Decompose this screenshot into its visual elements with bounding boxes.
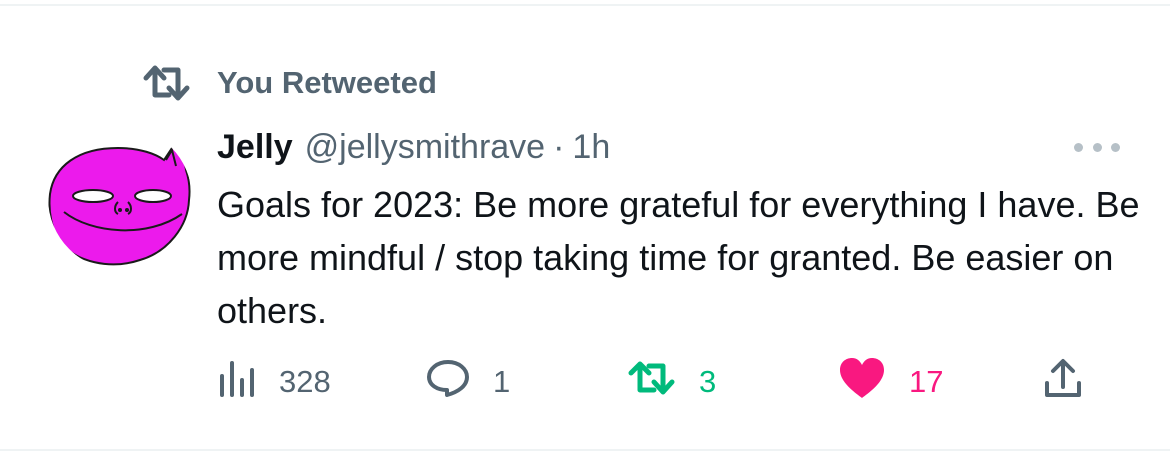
share-upload-icon [1043, 357, 1083, 407]
ellipsis-icon [1074, 142, 1083, 152]
top-divider [0, 4, 1170, 6]
tweet-timestamp[interactable]: 1h [572, 128, 610, 167]
views-button[interactable]: 328 [217, 358, 331, 406]
avatar[interactable] [48, 126, 192, 270]
analytics-bars-icon [217, 358, 257, 406]
views-count: 328 [279, 364, 331, 399]
separator-dot: · [553, 127, 565, 166]
like-count: 17 [909, 364, 944, 399]
social-context-label: You Retweeted [217, 65, 437, 100]
reply-count: 1 [493, 364, 511, 399]
reply-button[interactable]: 1 [425, 358, 510, 406]
social-context[interactable]: You Retweeted [140, 60, 437, 106]
retweet-icon [140, 61, 192, 105]
tweet-text: Goals for 2023: Be more grateful for eve… [217, 184, 1140, 331]
speech-bubble-icon [425, 358, 471, 406]
retweet-icon [625, 358, 677, 406]
action-bar: 328 1 3 17 [217, 358, 1097, 406]
bottom-divider [0, 449, 1170, 451]
heart-icon [837, 356, 887, 408]
tweet-header: Jelly @jellysmithrave · 1h [217, 125, 610, 169]
retweet-button[interactable]: 3 [625, 358, 716, 406]
more-options-button[interactable] [1074, 137, 1120, 157]
like-button[interactable]: 17 [837, 358, 943, 406]
author-name[interactable]: Jelly [217, 128, 293, 167]
share-button[interactable] [1043, 358, 1083, 406]
retweet-count: 3 [699, 364, 717, 399]
author-handle[interactable]: @jellysmithrave [305, 128, 545, 167]
